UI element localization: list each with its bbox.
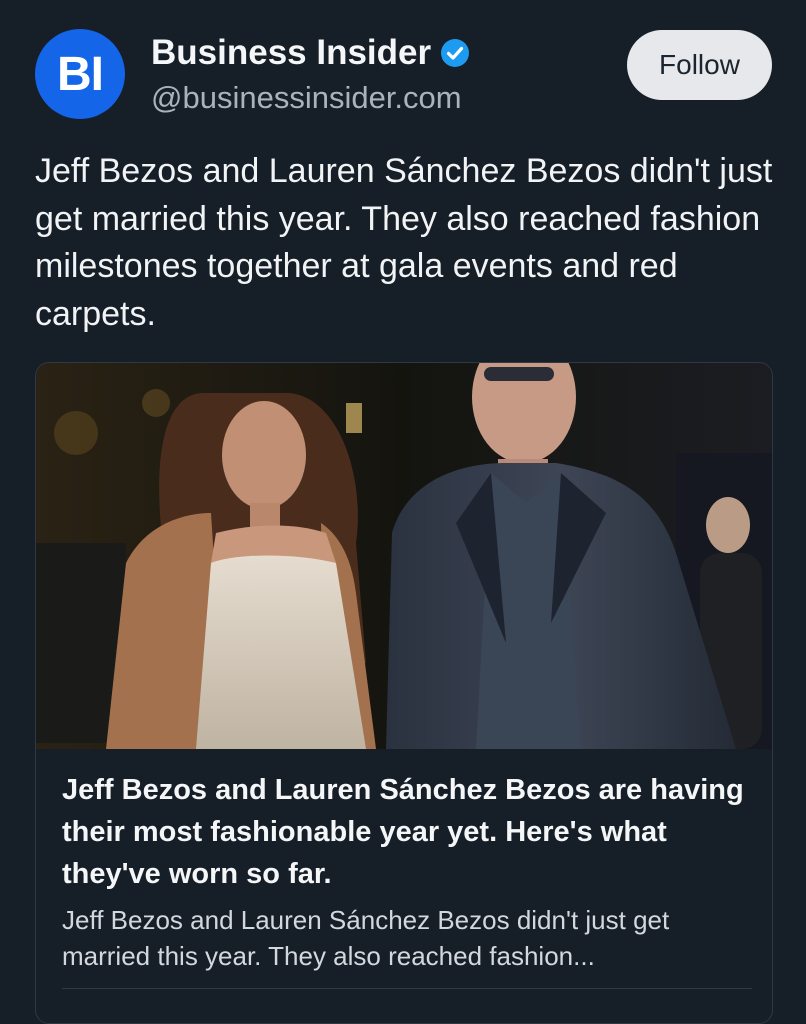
link-card[interactable]: Jeff Bezos and Lauren Sánchez Bezos are … [35,362,773,1024]
link-card-description: Jeff Bezos and Lauren Sánchez Bezos didn… [62,905,670,971]
account-name[interactable]: Business Insider [151,33,431,73]
avatar-text: BI [57,47,104,101]
account-handle[interactable]: @businessinsider.com [151,80,462,116]
avatar[interactable]: BI [35,29,125,119]
account-name-row: Business Insider [151,33,470,73]
link-card-divider [62,988,752,989]
follow-button[interactable]: Follow [627,30,772,100]
post-text: Jeff Bezos and Lauren Sánchez Bezos didn… [35,152,773,333]
link-card-title[interactable]: Jeff Bezos and Lauren Sánchez Bezos are … [62,769,752,895]
link-card-image[interactable] [36,363,772,749]
verified-badge-icon [441,39,470,67]
